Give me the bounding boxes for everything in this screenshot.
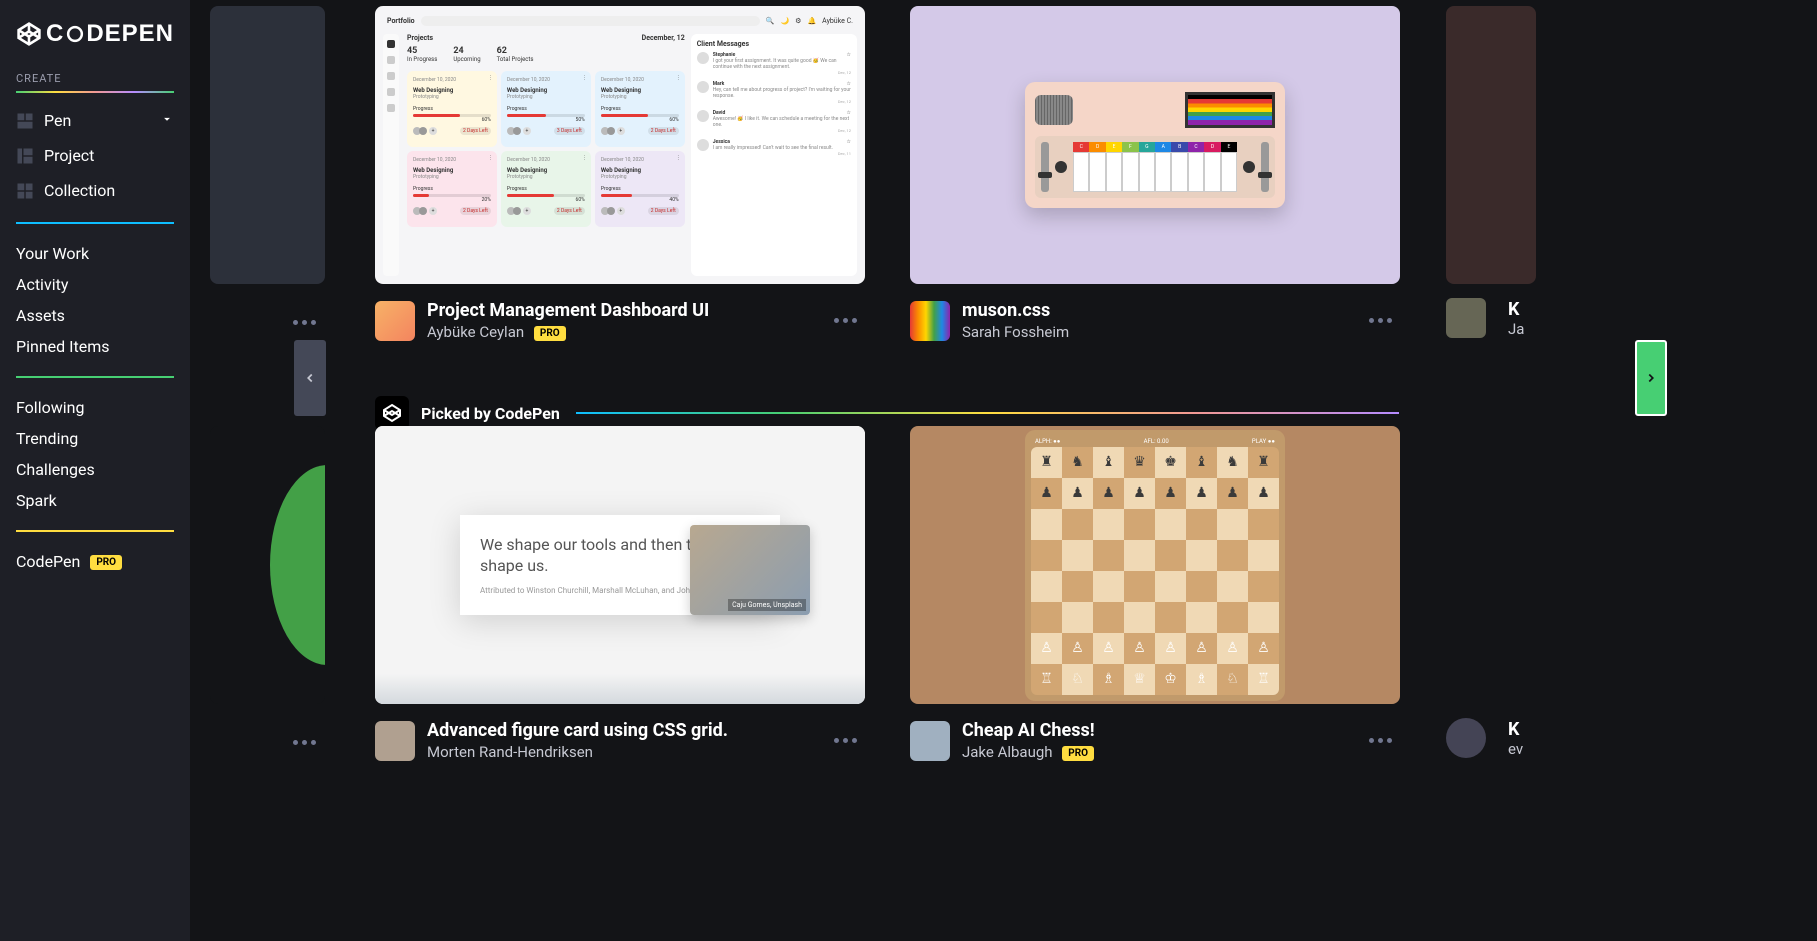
pen-card: We shape our tools and then the tools sh… [375, 426, 865, 761]
pen-author[interactable]: Aybüke Ceylan PRO [427, 323, 826, 341]
pen-thumbnail[interactable]: We shape our tools and then the tools sh… [375, 426, 865, 704]
pen-title[interactable]: Advanced figure card using CSS grid. [427, 720, 826, 741]
pen-author[interactable]: Morten Rand-Hendriksen [427, 743, 826, 761]
muson-knob-icon [1055, 161, 1067, 173]
muson-speaker [1035, 95, 1073, 125]
author-avatar[interactable] [910, 301, 950, 341]
pen-more-menu[interactable] [1361, 730, 1400, 751]
pen-title[interactable]: muson.css [962, 300, 1361, 321]
chevron-left-icon [303, 367, 317, 389]
divider [16, 222, 174, 224]
create-underline [16, 91, 174, 93]
chess-board: ♜♞♝♛♚♝♞♜♟♟♟♟♟♟♟♟♙♙♙♙♙♙♙♙♖♘♗♕♔♗♘♖ [1031, 447, 1279, 695]
partial-pen-card[interactable] [210, 6, 325, 284]
partial-pen-card[interactable] [1446, 6, 1536, 284]
collection-icon [16, 182, 34, 200]
nav-challenges[interactable]: Challenges [16, 454, 174, 485]
codepen-logo[interactable]: CDEPEN [16, 20, 174, 48]
author-avatar[interactable] [375, 721, 415, 761]
pen-title[interactable]: Cheap AI Chess! [962, 720, 1361, 741]
muson-rainbow [1185, 92, 1275, 128]
carousel-next-button[interactable] [1635, 340, 1667, 416]
dash-messages-label: Client Messages [697, 40, 851, 48]
sidebar: CDEPEN CREATE Pen Project Collection You… [0, 0, 190, 941]
pen-thumbnail[interactable]: ALPH: ●● AFL: 0.00 PLAY ●● ♜♞♝♛♚♝♞♜♟♟♟♟♟… [910, 426, 1400, 704]
pen-card: ALPH: ●● AFL: 0.00 PLAY ●● ♜♞♝♛♚♝♞♜♟♟♟♟♟… [910, 426, 1400, 761]
nav-following[interactable]: Following [16, 392, 174, 423]
create-pen-label: Pen [44, 111, 71, 130]
create-project-label: Project [44, 146, 94, 165]
picked-badge-icon [375, 396, 409, 430]
dash-search [421, 16, 760, 26]
nav-assets[interactable]: Assets [16, 300, 174, 331]
nav-pinned[interactable]: Pinned Items [16, 331, 174, 362]
pro-badge: PRO [1062, 746, 1094, 761]
nav-activity[interactable]: Activity [16, 269, 174, 300]
pen-thumbnail[interactable]: Portfolio 🔍🌙⚙🔔 Aybüke C. Projects [375, 6, 865, 284]
pen-title[interactable]: K [1508, 299, 1524, 320]
pen-thumbnail[interactable]: CDEFGABCDE [910, 6, 1400, 284]
pen-author[interactable]: ev [1508, 740, 1523, 758]
create-label: CREATE [16, 72, 174, 85]
chevron-right-icon [1644, 367, 1658, 389]
author-avatar[interactable] [1446, 718, 1486, 758]
muson-keys: CDEFGABCDE [1073, 142, 1237, 192]
author-avatar[interactable] [1446, 298, 1486, 338]
pen-title[interactable]: K [1508, 719, 1523, 740]
chevron-down-icon [160, 111, 174, 130]
pen-more-menu[interactable] [285, 732, 324, 753]
partial-pen-card[interactable] [210, 426, 325, 704]
carousel-prev-button[interactable] [294, 340, 326, 416]
pen-more-menu[interactable] [826, 730, 865, 751]
divider [16, 376, 174, 378]
create-collection[interactable]: Collection [16, 173, 174, 208]
pen-title[interactable]: Project Management Dashboard UI [427, 300, 826, 321]
dash-date: December, 12 [642, 34, 685, 42]
picked-label: Picked by CodePen [421, 404, 560, 423]
pen-more-menu[interactable] [285, 312, 324, 333]
nav-your-work[interactable]: Your Work [16, 238, 174, 269]
project-icon [16, 147, 34, 165]
pen-card: Portfolio 🔍🌙⚙🔔 Aybüke C. Projects [375, 6, 865, 341]
nav-trending[interactable]: Trending [16, 423, 174, 454]
muson-knob-icon [1243, 161, 1255, 173]
pen-card: CDEFGABCDE muson.css Sarah Fossheim [910, 6, 1400, 341]
logo-o-icon [66, 25, 84, 43]
gauge-thumbnail [210, 426, 325, 704]
pen-author[interactable]: Ja [1508, 320, 1524, 338]
pro-badge: PRO [90, 555, 122, 570]
nav-spark[interactable]: Spark [16, 485, 174, 516]
muson-slider [1261, 142, 1269, 192]
create-collection-label: Collection [44, 181, 115, 200]
dash-projects-label: Projects [407, 34, 433, 42]
dash-user: Aybüke C. [822, 17, 853, 25]
main-content: Portfolio 🔍🌙⚙🔔 Aybüke C. Projects [190, 0, 1817, 941]
dash-portfolio: Portfolio [387, 17, 415, 25]
pen-more-menu[interactable] [826, 310, 865, 331]
divider [16, 530, 174, 532]
pen-author[interactable]: Jake Albaugh PRO [962, 743, 1361, 761]
muson-slider [1041, 142, 1049, 192]
create-pen[interactable]: Pen [16, 103, 174, 138]
create-project[interactable]: Project [16, 138, 174, 173]
pro-badge: PRO [534, 326, 566, 341]
codepen-pro-label: CodePen [16, 552, 80, 571]
nav-codepen-pro[interactable]: CodePen PRO [16, 546, 174, 577]
pen-icon [16, 112, 34, 130]
pen-more-menu[interactable] [1361, 310, 1400, 331]
picked-underline [576, 412, 1399, 414]
picked-header: Picked by CodePen [375, 396, 1399, 430]
codepen-logo-icon [16, 21, 42, 47]
pen-author[interactable]: Sarah Fossheim [962, 323, 1361, 341]
figure-caption: Caju Gomes, Unsplash [728, 599, 806, 611]
author-avatar[interactable] [910, 721, 950, 761]
author-avatar[interactable] [375, 301, 415, 341]
